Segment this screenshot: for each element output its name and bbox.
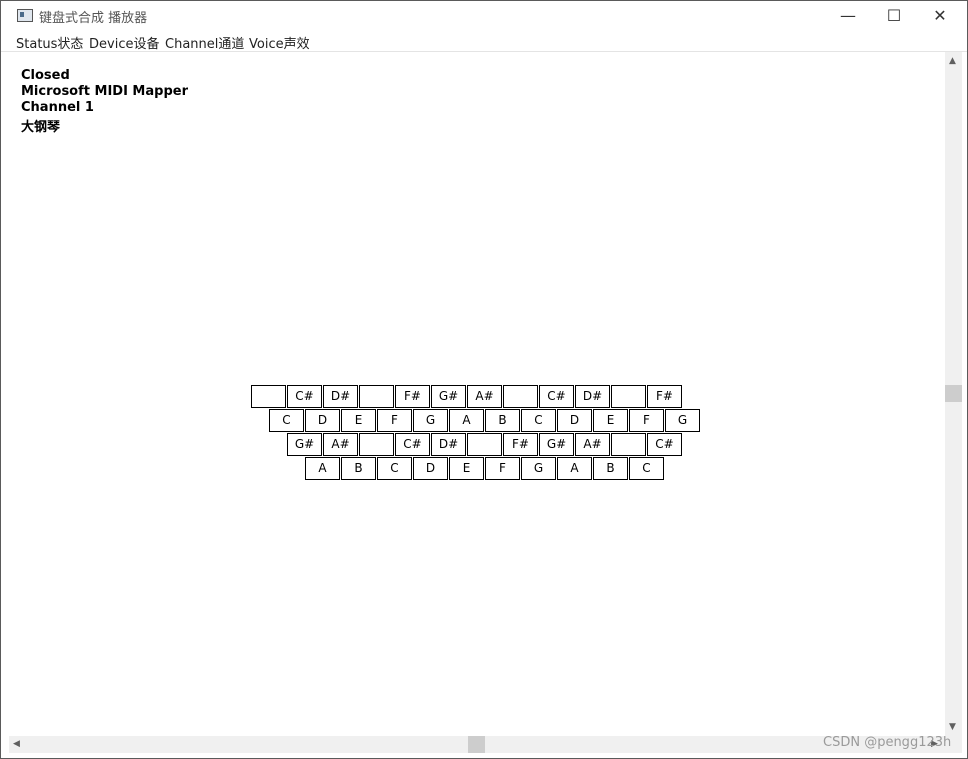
key-row3-10[interactable] [611,433,646,456]
key-row2-2[interactable]: D [305,409,340,432]
key-row3-2[interactable]: A# [323,433,358,456]
key-row1-4[interactable] [359,385,394,408]
key-row2-1[interactable]: C [269,409,304,432]
key-row2-12[interactable]: G [665,409,700,432]
close-button[interactable]: ✕ [917,1,963,31]
key-row4-10[interactable]: C [629,457,664,480]
menu-device[interactable]: Device设备 [89,33,159,52]
key-row1-9[interactable]: C# [539,385,574,408]
key-row2-5[interactable]: G [413,409,448,432]
status-voice: 大钢琴 [21,120,61,135]
scroll-up-icon[interactable]: ▲ [949,56,956,66]
key-row2-3[interactable]: E [341,409,376,432]
key-row3-8[interactable]: G# [539,433,574,456]
app-window: 键盘式合成 播放器 — ☐ ✕ Status状态 Device设备 Channe… [0,0,968,759]
key-row3-11[interactable]: C# [647,433,682,456]
key-row1-5[interactable]: F# [395,385,430,408]
key-row2-9[interactable]: D [557,409,592,432]
key-row4-7[interactable]: G [521,457,556,480]
menu-voice[interactable]: Voice声效 [249,33,310,52]
scroll-left-icon[interactable]: ◀ [13,739,20,749]
key-row1-12[interactable]: F# [647,385,682,408]
key-row1-6[interactable]: G# [431,385,466,408]
key-row4-3[interactable]: C [377,457,412,480]
key-row4-8[interactable]: A [557,457,592,480]
key-row3-5[interactable]: D# [431,433,466,456]
key-row2-6[interactable]: A [449,409,484,432]
status-state: Closed [21,68,70,83]
key-row4-9[interactable]: B [593,457,628,480]
key-row4-4[interactable]: D [413,457,448,480]
key-row3-3[interactable] [359,433,394,456]
key-row2-4[interactable]: F [377,409,412,432]
status-channel: Channel 1 [21,100,94,115]
window-title: 键盘式合成 播放器 [39,11,148,26]
status-device: Microsoft MIDI Mapper [21,84,188,99]
key-row4-6[interactable]: F [485,457,520,480]
key-row3-7[interactable]: F# [503,433,538,456]
vertical-scroll-thumb[interactable] [945,385,962,402]
key-row1-10[interactable]: D# [575,385,610,408]
horizontal-scrollbar[interactable]: ◀ ▶ [9,736,945,753]
key-row2-7[interactable]: B [485,409,520,432]
key-row3-6[interactable] [467,433,502,456]
key-row3-9[interactable]: A# [575,433,610,456]
key-row2-10[interactable]: E [593,409,628,432]
scroll-down-icon[interactable]: ▼ [949,722,956,732]
key-row4-2[interactable]: B [341,457,376,480]
menu-channel[interactable]: Channel通道 [165,33,244,52]
key-row1-1[interactable] [251,385,286,408]
watermark: CSDN @pengg123h [823,735,952,750]
key-row1-3[interactable]: D# [323,385,358,408]
menu-bar: Status状态 Device设备 Channel通道 Voice声效 [1,31,967,52]
menu-status[interactable]: Status状态 [16,33,83,52]
maximize-button[interactable]: ☐ [871,1,917,31]
key-row1-11[interactable] [611,385,646,408]
key-row2-11[interactable]: F [629,409,664,432]
key-row1-7[interactable]: A# [467,385,502,408]
key-row4-1[interactable]: A [305,457,340,480]
client-area: Closed Microsoft MIDI Mapper Channel 1 大… [9,52,945,736]
key-row1-8[interactable] [503,385,538,408]
key-row4-5[interactable]: E [449,457,484,480]
key-row3-1[interactable]: G# [287,433,322,456]
minimize-button[interactable]: — [825,1,871,31]
title-bar[interactable]: 键盘式合成 播放器 — ☐ ✕ [1,1,967,31]
key-row3-4[interactable]: C# [395,433,430,456]
key-row2-8[interactable]: C [521,409,556,432]
horizontal-scroll-thumb[interactable] [468,736,485,753]
key-row1-2[interactable]: C# [287,385,322,408]
vertical-scrollbar[interactable]: ▲ ▼ [945,52,962,736]
app-icon [17,9,33,22]
